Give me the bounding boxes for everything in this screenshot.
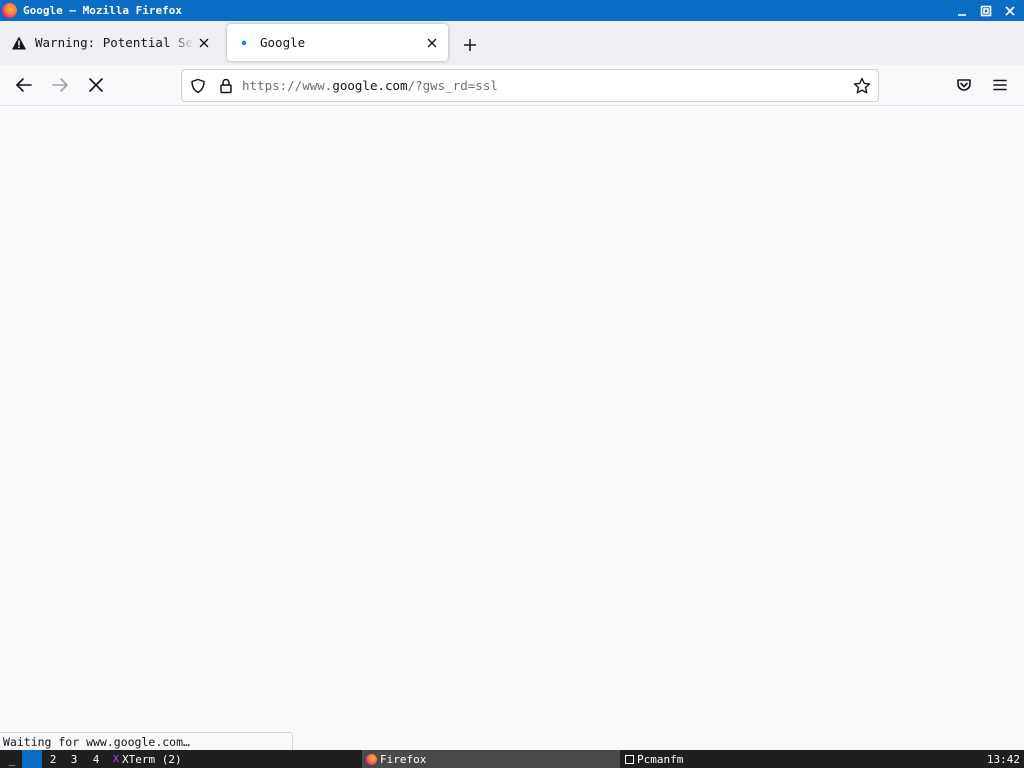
minimize-button[interactable] (950, 0, 974, 21)
firefox-icon (2, 3, 17, 18)
navigation-toolbar: https://www.google.com/?gws_rd=ssl (0, 65, 1024, 106)
taskbar-pcmanfm[interactable]: Pcmanfm (621, 750, 879, 768)
minimize-icon (958, 13, 966, 16)
clock: 13:42 (986, 752, 1020, 766)
taskbar-window-label: XTerm (2) (122, 752, 182, 766)
desktop-4-button[interactable]: 4 (86, 750, 106, 768)
firefox-icon (366, 753, 377, 765)
window-controls (950, 0, 1022, 21)
maximize-button[interactable] (974, 0, 998, 21)
close-icon (1005, 5, 1015, 16)
taskbar-firefox[interactable]: Firefox (362, 750, 620, 768)
hamburger-menu-icon (993, 79, 1007, 91)
maximize-icon (980, 5, 992, 16)
taskbar: _ 1 2 3 4 X XTerm (2) Firefox Pcmanfm 13… (0, 750, 1024, 768)
loading-dot-icon (236, 35, 252, 51)
url-text[interactable]: https://www.google.com/?gws_rd=ssl (242, 78, 498, 93)
taskbar-window-label: Pcmanfm (637, 752, 684, 766)
forward-button[interactable] (45, 71, 75, 99)
desktop-2-button[interactable]: 2 (43, 750, 63, 768)
tab-label: Google (260, 35, 306, 50)
app-menu-button[interactable] (985, 71, 1015, 99)
tab-strip: Warning: Potential Security Risk Ahead G… (0, 21, 1024, 65)
desktop-label: 1 (28, 752, 36, 766)
xterm-icon: X (113, 753, 120, 765)
close-icon (199, 38, 209, 47)
tab-close-button[interactable] (422, 33, 442, 53)
desktop-label: 2 (49, 752, 57, 766)
back-button[interactable] (9, 71, 39, 99)
taskbar-window-label: Firefox (380, 752, 427, 766)
pocket-icon (957, 79, 971, 91)
bookmark-star-icon[interactable] (852, 76, 872, 96)
window-title: Google — Mozilla Firefox (23, 4, 182, 17)
lock-icon[interactable] (217, 77, 235, 95)
close-window-button[interactable] (998, 0, 1022, 21)
desktop-1-button[interactable]: 1 (22, 750, 42, 768)
desktop-label: 4 (92, 752, 100, 766)
tab-google[interactable]: Google (227, 24, 448, 61)
back-arrow-icon (16, 78, 32, 92)
url-prefix: https://www. (242, 78, 333, 93)
new-tab-button[interactable] (458, 33, 482, 57)
page-content[interactable] (0, 106, 1024, 750)
tracking-protection-shield-icon[interactable] (189, 77, 207, 95)
status-panel: Waiting for www.google.com… (0, 732, 293, 750)
desktop-label: 3 (70, 752, 78, 766)
forward-arrow-icon (52, 78, 68, 92)
url-host: google.com (332, 78, 408, 93)
desktop-3-button[interactable]: 3 (64, 750, 84, 768)
plus-icon (464, 39, 476, 51)
window-icon (625, 754, 634, 764)
stop-button[interactable] (81, 71, 111, 99)
url-bar[interactable]: https://www.google.com/?gws_rd=ssl (181, 69, 879, 102)
taskbar-menu-button[interactable]: _ (6, 750, 18, 768)
close-icon (427, 38, 437, 47)
url-path: /?gws_rd=ssl (407, 78, 498, 93)
stop-icon (89, 78, 103, 92)
window-titlebar[interactable]: Google — Mozilla Firefox (0, 0, 1024, 21)
pocket-button[interactable] (949, 71, 979, 99)
warning-icon (11, 35, 27, 51)
tab-close-button[interactable] (194, 33, 214, 53)
tab-label: Warning: Potential Security Risk Ahead (35, 35, 194, 50)
taskbar-xterm[interactable]: X XTerm (2) (109, 750, 359, 768)
tab-warning[interactable]: Warning: Potential Security Risk Ahead (6, 24, 220, 61)
